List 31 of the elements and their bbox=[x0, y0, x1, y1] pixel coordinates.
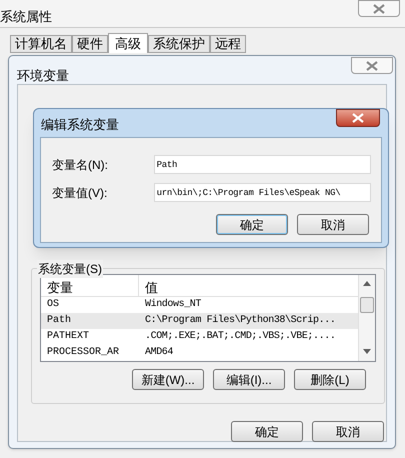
button[interactable]: 取消 bbox=[312, 421, 384, 442]
button[interactable]: 取消 bbox=[297, 214, 369, 235]
scroll-up-icon[interactable] bbox=[363, 281, 371, 286]
scroll-thumb[interactable] bbox=[360, 297, 374, 313]
input-field[interactable]: urn\bin\;C:\Program Files\eSpeak NG\ bbox=[154, 183, 371, 202]
tab[interactable]: 高级 bbox=[108, 33, 148, 53]
close-button[interactable] bbox=[336, 109, 380, 127]
input-field[interactable]: Path bbox=[154, 155, 371, 174]
button[interactable]: 编辑(I)... bbox=[213, 369, 285, 390]
button[interactable]: 删除(L) bbox=[294, 369, 366, 390]
close-icon bbox=[372, 4, 386, 14]
button[interactable]: 确定 bbox=[231, 421, 303, 442]
button[interactable]: 确定 bbox=[216, 214, 288, 235]
scroll-down-icon[interactable] bbox=[363, 349, 371, 354]
window-title: 系统属性 bbox=[0, 8, 52, 26]
group-label: 系统变量(S) bbox=[37, 260, 103, 278]
field-label: 变量值(V): bbox=[51, 184, 108, 202]
close-icon bbox=[365, 60, 379, 70]
window-title: 环境变量 bbox=[17, 67, 69, 85]
close-icon bbox=[351, 113, 365, 123]
scrollbar[interactable] bbox=[358, 275, 375, 361]
tab[interactable]: 硬件 bbox=[72, 35, 108, 53]
window-title: 编辑系统变量 bbox=[41, 116, 119, 134]
column-header[interactable]: 变量 bbox=[41, 275, 139, 296]
field-label: 变量名(N): bbox=[51, 156, 109, 174]
tab[interactable]: 远程 bbox=[210, 35, 246, 53]
tab[interactable]: 计算机名 bbox=[10, 35, 72, 53]
button[interactable]: 新建(W)... bbox=[132, 369, 204, 390]
list-row[interactable]: Path C:\Program Files\Python38\Scrip... bbox=[41, 313, 359, 329]
tab[interactable]: 系统保护 bbox=[148, 35, 210, 53]
column-header[interactable]: 值 bbox=[139, 275, 359, 296]
